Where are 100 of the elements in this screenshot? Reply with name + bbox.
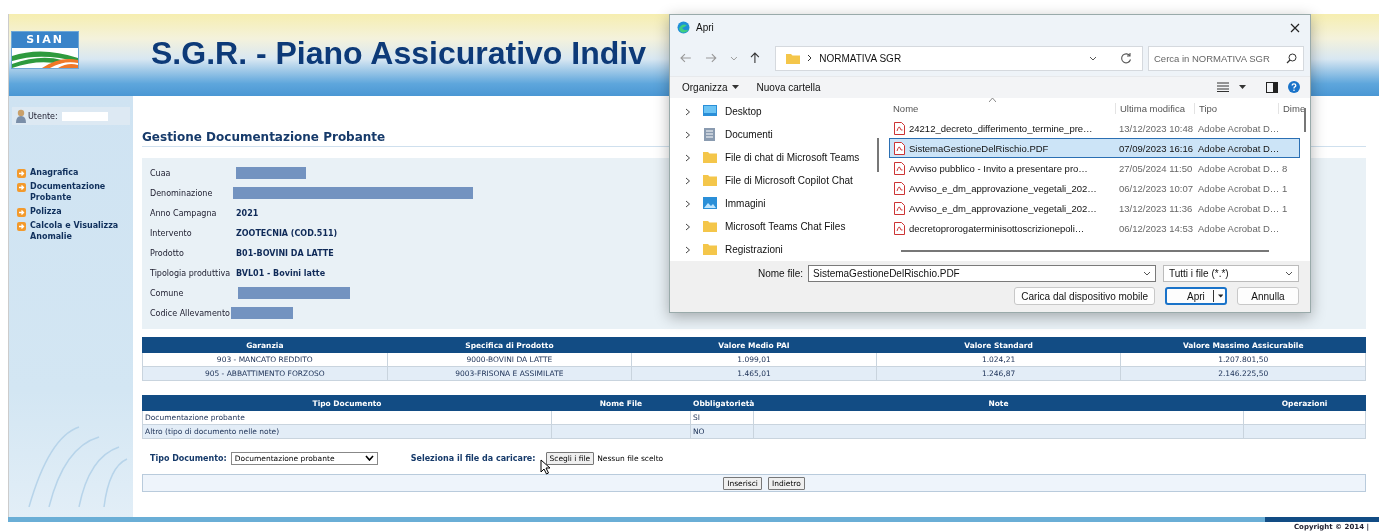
search-icon <box>1286 52 1297 64</box>
logo-text: SIAN <box>25 32 65 48</box>
field-value: BVL01 - Bovini latte <box>236 268 326 278</box>
dialog-button[interactable]: Annulla <box>1237 287 1299 306</box>
chevron-icon <box>685 199 691 208</box>
field-label: Codice Allevamento <box>150 308 231 318</box>
folder-icon <box>703 243 717 257</box>
menu-link[interactable]: Documentazione Probante <box>30 181 120 203</box>
preview-pane-icon <box>1266 81 1278 93</box>
file-label: Seleziona il file da caricare: <box>410 453 536 463</box>
dialog-button[interactable]: Carica dal dispositivo mobile <box>1014 287 1155 306</box>
field-label: Cuaa <box>150 168 172 178</box>
pdf-icon <box>894 121 905 135</box>
tree-item[interactable]: Desktop <box>670 100 877 124</box>
field-value: 2021 <box>236 208 259 218</box>
image-icon <box>703 197 717 211</box>
chevron-icon <box>685 222 691 231</box>
folder-icon <box>703 174 717 188</box>
close-icon <box>1290 22 1300 33</box>
chevron-icon <box>685 153 691 162</box>
chevron-down-icon <box>1285 271 1293 277</box>
field-label: Anno Campagna <box>150 208 218 218</box>
sort-caret-icon <box>989 98 996 103</box>
breadcrumb-chevron-icon <box>807 54 813 63</box>
help-icon <box>1288 81 1300 94</box>
address-bar[interactable]: NORMATIVA SGR <box>775 45 1143 71</box>
field-label: Comune <box>150 288 185 298</box>
toolbar-button[interactable]: Organizza <box>678 79 743 95</box>
tree-item[interactable]: Immagini <box>670 192 877 216</box>
tree-item[interactable]: Microsoft Teams Chat Files <box>670 215 877 239</box>
arrow-icon <box>17 183 26 192</box>
document-icon <box>703 128 717 142</box>
scrollbar-thumb <box>1304 108 1306 133</box>
tree-item[interactable]: File di Microsoft Copilot Chat <box>670 169 877 193</box>
open-button[interactable]: Apri <box>1165 287 1227 306</box>
search-field[interactable]: Cerca in NORMATIVA SGR <box>1148 45 1304 71</box>
column-header[interactable]: Ultima modifica <box>1115 102 1194 114</box>
column-header[interactable]: Tipo <box>1194 102 1278 114</box>
arrow-icon <box>17 169 26 178</box>
page-title: S.G.R. - Piano Assicurativo Indiv <box>151 34 646 72</box>
forward-arrow-icon <box>704 53 717 64</box>
chevron-down-icon <box>364 455 374 461</box>
menu-link[interactable]: Anagrafica <box>30 167 120 178</box>
chevron-icon <box>685 107 691 116</box>
tree-item[interactable]: Registrazioni <box>670 238 877 262</box>
pdf-icon <box>894 161 905 175</box>
list-view-icon <box>1217 82 1229 93</box>
caret-icon <box>1239 85 1246 90</box>
pdf-icon <box>894 181 905 195</box>
scrollbar-thumb <box>877 138 879 173</box>
pdf-icon <box>894 141 905 155</box>
file-row[interactable]: Avviso_e_dm_approvazione_vegetali_202… 13/12/2023 11:36 Adobe Acrobat D… 1 <box>889 198 1300 219</box>
user-name-field <box>61 111 108 121</box>
browser-icon <box>677 21 690 35</box>
file-type-select[interactable]: Tutti i file (*.*) <box>1163 265 1299 283</box>
field-label: Intervento <box>150 228 193 238</box>
mouse-pointer-icon <box>540 459 551 475</box>
chevron-down-icon <box>1089 55 1097 61</box>
refresh-icon <box>1120 52 1132 65</box>
file-row[interactable]: Avviso_e_dm_approvazione_vegetali_202… 06/12/2023 10:07 Adobe Acrobat D… 1 <box>889 178 1300 199</box>
menu-link[interactable]: Polizza <box>30 206 120 217</box>
chevron-down-icon <box>1143 271 1151 277</box>
folder-icon <box>703 220 717 234</box>
user-label: Utente: <box>28 111 58 121</box>
filename-label: Nome file: <box>758 268 803 280</box>
file-row[interactable]: SistemaGestioneDelRischio.PDF 07/09/2023 16:16 Adobe Acrobat D… <box>889 138 1300 159</box>
field-label: Prodotto <box>150 248 185 258</box>
user-icon <box>16 109 26 123</box>
dialog-title: Apri <box>696 22 714 34</box>
field-value: B01-BOVINI DA LATTE <box>236 248 334 258</box>
caret-icon <box>731 85 739 90</box>
field-label: Tipologia produttiva <box>150 268 232 278</box>
field-label: Denominazione <box>150 188 214 198</box>
path-segment[interactable]: NORMATIVA SGR <box>819 52 902 64</box>
filename-field[interactable]: SistemaGestioneDelRischio.PDF <box>808 265 1156 283</box>
caret-icon <box>1217 294 1223 299</box>
menu-link[interactable]: Calcola e Visualizza Anomalie <box>30 220 120 242</box>
pdf-icon <box>894 221 905 235</box>
file-row[interactable]: Avviso pubblico - Invito a presentare pro… 27/05/2024 11:50 Adobe Acrobat D… 8 <box>889 158 1300 179</box>
folder-icon <box>786 52 801 64</box>
redacted-block <box>236 167 306 179</box>
chevron-icon <box>685 245 691 254</box>
redacted-block <box>231 307 293 319</box>
back-arrow-icon <box>680 53 692 64</box>
chevron-icon <box>685 176 691 185</box>
pdf-icon <box>894 201 905 215</box>
column-header[interactable]: Nome <box>889 102 1115 114</box>
tree-item[interactable]: File di chat di Microsoft Teams <box>670 146 877 170</box>
folder-icon <box>703 151 717 165</box>
logo-waves-icon <box>12 48 78 68</box>
up-arrow-icon <box>750 52 761 65</box>
chevron-down-icon <box>729 55 738 61</box>
desktop-icon <box>703 105 717 119</box>
type-label: Tipo Documento: <box>150 453 227 463</box>
file-row[interactable]: decretoprorogaterminisottoscrizionepoli… 06/12/2023 14:53 Adobe Acrobat D… <box>889 218 1300 239</box>
toolbar-button[interactable]: Nuova cartella <box>752 79 825 95</box>
chevron-icon <box>685 130 691 139</box>
arrow-icon <box>17 222 26 231</box>
arrow-icon <box>17 208 26 217</box>
field-value: ZOOTECNIA (COD.511) <box>236 228 338 238</box>
